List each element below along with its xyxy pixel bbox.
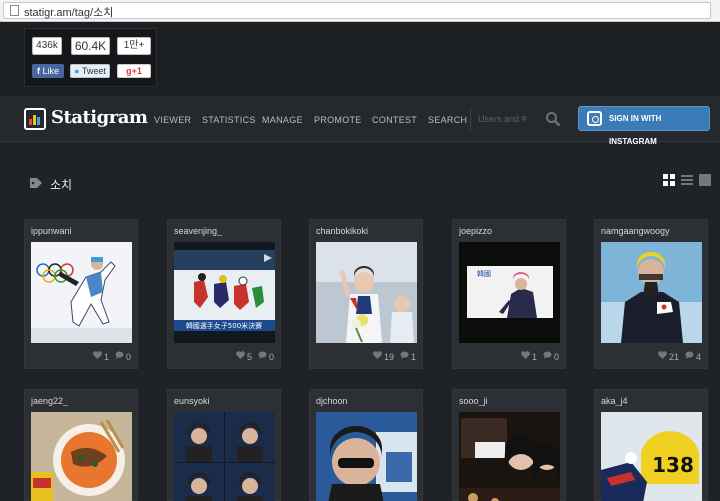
photo-username[interactable]: jaeng22_ <box>31 396 133 406</box>
photo-image[interactable] <box>174 412 275 501</box>
twitter-icon: ● <box>74 66 82 76</box>
photo-username[interactable]: ippunwani <box>31 226 133 236</box>
photo-card[interactable]: namgaangwoogy 21 4 <box>594 219 708 369</box>
main-nav: Statigram VIEWER STATISTICS MANAGE PROMO… <box>0 96 720 146</box>
photo-username[interactable]: djchoon <box>316 396 418 406</box>
photo-card[interactable]: djchoon <box>309 389 423 501</box>
url-text: statigr.am/tag/소치 <box>24 7 114 19</box>
single-view-icon[interactable] <box>699 174 711 186</box>
comment-count: 4 <box>695 351 701 362</box>
photo-image[interactable] <box>31 242 132 343</box>
nav-divider <box>470 108 471 130</box>
photo-image[interactable] <box>459 412 560 501</box>
photo-image[interactable]: 韓國選手女子500米決賽 <box>174 242 275 343</box>
url-field[interactable]: statigr.am/tag/소치 <box>3 2 711 19</box>
photo-card[interactable]: sooo_ji <box>452 389 566 501</box>
heart-icon[interactable] <box>521 351 530 359</box>
facebook-count: 436k <box>32 37 62 55</box>
comment-icon[interactable] <box>400 351 409 359</box>
tweet-button[interactable]: ● Tweet <box>70 64 110 78</box>
comment-icon[interactable] <box>543 351 552 359</box>
like-count: 19 <box>383 351 394 362</box>
photo-image[interactable] <box>316 242 417 343</box>
heart-icon[interactable] <box>93 351 102 359</box>
photo-card[interactable]: seavenjing_ 韓國選手女子500米決賽 50 <box>167 219 281 369</box>
comment-icon[interactable] <box>258 351 267 359</box>
nav-manage[interactable]: MANAGE <box>262 115 303 125</box>
photo-card[interactable]: eunsyoki <box>167 389 281 501</box>
logo-text[interactable]: Statigram <box>51 107 148 128</box>
nav-contest[interactable]: CONTEST <box>372 115 417 125</box>
nav-viewer[interactable]: VIEWER <box>154 115 191 125</box>
browser-address-bar: statigr.am/tag/소치 <box>0 0 720 22</box>
photo-username[interactable]: eunsyoki <box>174 396 276 406</box>
like-count: 1 <box>531 351 537 362</box>
heart-icon[interactable] <box>373 351 382 359</box>
photo-username[interactable]: seavenjing_ <box>174 226 276 236</box>
photo-card[interactable]: ippunwani 10 <box>24 219 138 369</box>
heart-icon[interactable] <box>658 351 667 359</box>
photo-image[interactable] <box>601 242 702 343</box>
caption-text: 韓國選手女子500米決賽 <box>186 321 262 330</box>
like-count: 21 <box>668 351 679 362</box>
photo-card[interactable]: aka_j4 138 <box>594 389 708 501</box>
comment-count: 0 <box>553 351 559 362</box>
like-count: 5 <box>246 351 252 362</box>
facebook-like-button[interactable]: f Like <box>32 64 64 78</box>
list-view-icon[interactable] <box>681 174 693 186</box>
twitter-count: 60.4K <box>71 37 110 55</box>
googleplus-count: 1만+ <box>117 37 151 55</box>
comment-icon[interactable] <box>685 351 694 359</box>
grid-view-icon[interactable] <box>663 174 675 186</box>
photo-image[interactable] <box>316 412 417 501</box>
instagram-icon <box>587 111 602 126</box>
photo-stats: 50 <box>236 351 274 362</box>
photo-image[interactable]: 韓國 <box>459 242 560 343</box>
heart-icon[interactable] <box>236 351 245 359</box>
photo-stats: 10 <box>93 351 131 362</box>
helmet-number: 138 <box>652 453 694 477</box>
like-count: 1 <box>103 351 109 362</box>
comment-count: 0 <box>268 351 274 362</box>
photo-card[interactable]: chanbokikoki 19 1 <box>309 219 423 369</box>
comment-count: 1 <box>410 351 416 362</box>
photo-stats: 19 1 <box>373 351 416 362</box>
photo-image[interactable] <box>31 412 132 501</box>
statigram-logo-icon[interactable] <box>24 108 46 130</box>
search-icon[interactable] <box>545 111 561 127</box>
photo-username[interactable]: namgaangwoogy <box>601 226 703 236</box>
tag-icon <box>30 178 42 188</box>
photo-image[interactable]: 138 <box>601 412 702 501</box>
photo-stats: 10 <box>521 351 559 362</box>
social-share-box: 436k 60.4K 1만+ f Like ● Tweet g+1 <box>24 28 157 87</box>
tv-sign-text: 韓國 <box>477 269 491 278</box>
photo-username[interactable]: aka_j4 <box>601 396 703 406</box>
search-input[interactable] <box>478 109 540 129</box>
nav-statistics[interactable]: STATISTICS <box>202 115 256 125</box>
nav-search[interactable]: SEARCH <box>428 115 467 125</box>
photo-card[interactable]: joepizzo 韓國 10 <box>452 219 566 369</box>
googleplus-button[interactable]: g+1 <box>117 64 151 78</box>
view-toggles <box>663 174 711 186</box>
photo-card[interactable]: jaeng22_ <box>24 389 138 501</box>
page-icon <box>10 5 19 16</box>
comment-count: 0 <box>125 351 131 362</box>
comment-icon[interactable] <box>115 351 124 359</box>
nav-promote[interactable]: PROMOTE <box>314 115 362 125</box>
photo-username[interactable]: sooo_ji <box>459 396 561 406</box>
photo-stats: 21 4 <box>658 351 701 362</box>
photo-username[interactable]: joepizzo <box>459 226 561 236</box>
photo-username[interactable]: chanbokikoki <box>316 226 418 236</box>
tag-title: 소치 <box>50 178 73 192</box>
sign-in-instagram-button[interactable]: SIGN IN WITH INSTAGRAM <box>578 106 710 146</box>
